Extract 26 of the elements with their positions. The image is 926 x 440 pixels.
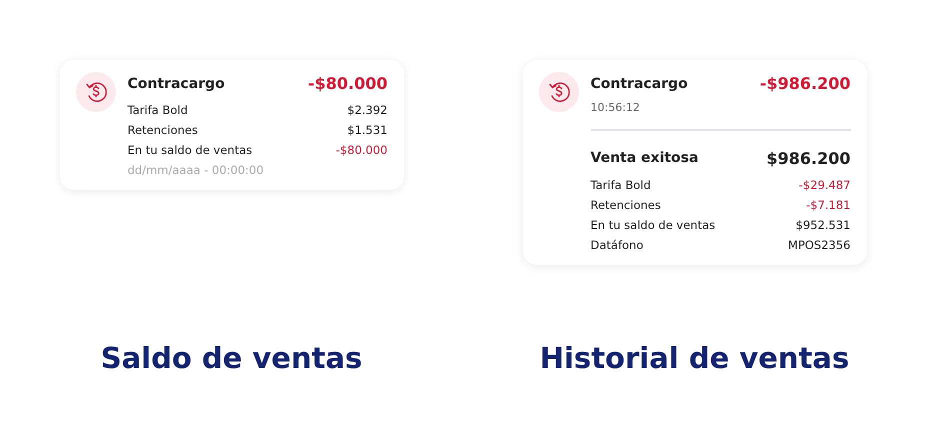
section-caption: Saldo de ventas [100, 340, 362, 376]
transaction-time: 10:56:12 [590, 100, 641, 116]
transaction-amount: -$986.200 [760, 73, 850, 95]
detail-value: -$80.000 [336, 142, 388, 159]
section-caption: Historial de ventas [540, 340, 850, 376]
transaction-title: Venta exitosa [590, 149, 698, 168]
refund-icon [76, 72, 116, 112]
detail-label: Datáfono [590, 236, 644, 254]
transaction-amount: -$80.000 [308, 73, 388, 95]
detail-label: En tu saldo de ventas [590, 216, 716, 234]
transaction-date: dd/mm/aaaa - 00:00:00 [128, 162, 265, 179]
detail-label: En tu saldo de ventas [128, 142, 252, 159]
detail-value: $2.392 [347, 102, 388, 119]
detail-label: Tarifa Bold [590, 176, 651, 194]
detail-value: -$29.487 [798, 176, 850, 194]
detail-value: $952.531 [796, 216, 850, 234]
detail-label: Tarifa Bold [128, 102, 188, 119]
transaction-title: Contracargo [590, 74, 688, 94]
detail-value: -$7.181 [806, 196, 850, 214]
detail-value: $1.531 [347, 122, 388, 139]
transaction-title: Contracargo [128, 74, 225, 94]
detail-label: Retenciones [590, 196, 661, 214]
detail-value: MPOS2356 [788, 236, 850, 254]
refund-icon [538, 72, 578, 112]
detail-label: Retenciones [128, 122, 198, 139]
transaction-amount: $986.200 [766, 148, 850, 170]
